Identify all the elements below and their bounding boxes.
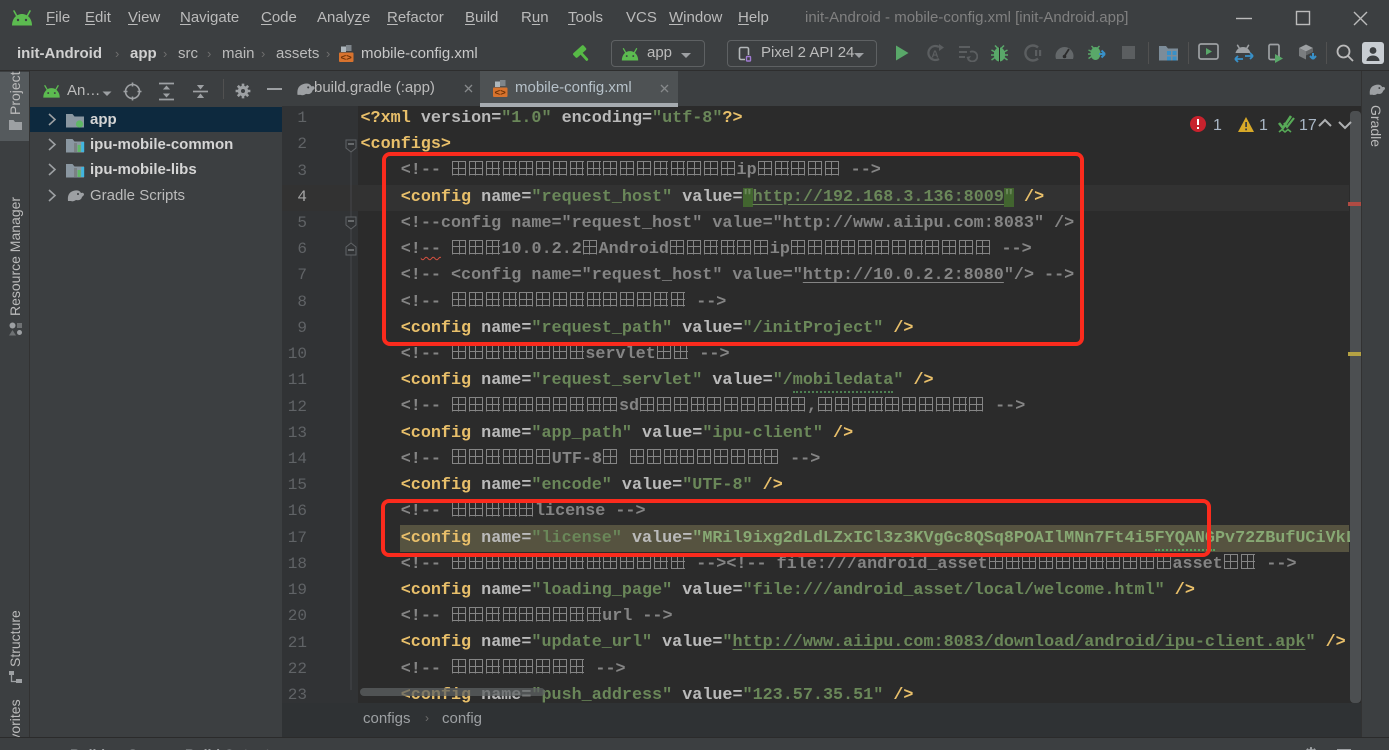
svg-text:<>: <> xyxy=(340,52,352,63)
svg-text:17: 17 xyxy=(1299,117,1317,134)
svg-text:1: 1 xyxy=(1259,117,1268,134)
svg-text:<>: <> xyxy=(494,87,506,98)
svg-text:A: A xyxy=(931,50,938,61)
svg-text:1: 1 xyxy=(1213,117,1222,134)
